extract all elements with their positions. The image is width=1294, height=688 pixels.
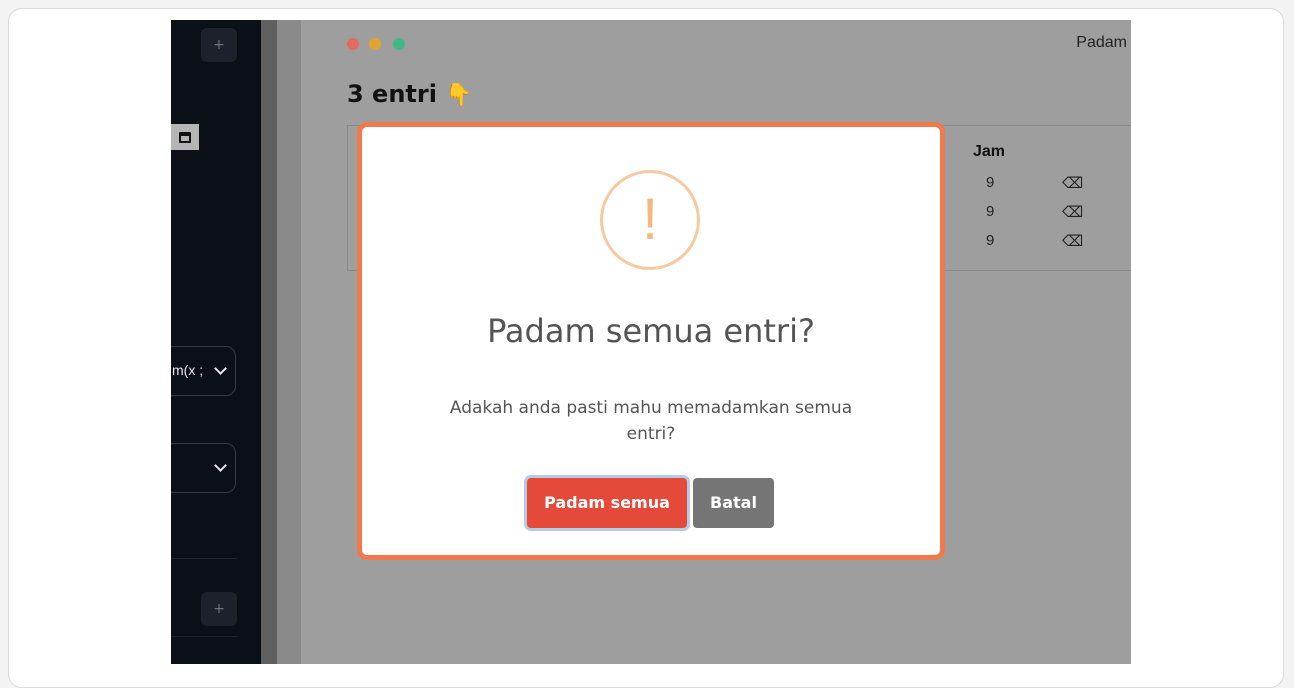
close-window-dot[interactable] bbox=[347, 38, 359, 50]
warning-icon: ! bbox=[600, 170, 700, 270]
column-header-jam: Jam bbox=[973, 143, 1006, 160]
sidebar-divider bbox=[171, 558, 237, 559]
table-cell-jam: 9 bbox=[986, 203, 995, 220]
header-delete-link[interactable]: Padam bbox=[1076, 34, 1127, 52]
pointing-down-icon: 👇 bbox=[445, 83, 473, 108]
chevron-down-icon bbox=[214, 459, 227, 472]
entries-heading: 3 entri 👇 bbox=[347, 80, 473, 108]
delete-entry-icon[interactable]: ⌫ bbox=[1062, 232, 1083, 250]
delete-all-button[interactable]: Padam semua bbox=[527, 478, 687, 528]
confirm-dialog: ! Padam semua entri? Adakah anda pasti m… bbox=[357, 122, 945, 560]
dialog-title: Padam semua entri? bbox=[487, 312, 815, 350]
sidebar-select-1-value: m(x ; bbox=[172, 362, 204, 378]
dialog-message: Adakah anda pasti mahu memadamkan semua … bbox=[449, 398, 853, 444]
maximize-window-dot[interactable] bbox=[393, 38, 405, 50]
sidebar-divider bbox=[171, 636, 237, 637]
table-cell-jam: 9 bbox=[986, 174, 995, 191]
table-cell-jam: 9 bbox=[986, 232, 995, 249]
sidebar-select-2[interactable] bbox=[171, 443, 236, 493]
entries-count: 3 entri bbox=[347, 80, 437, 108]
minimize-window-dot[interactable] bbox=[369, 38, 381, 50]
cancel-button[interactable]: Batal bbox=[693, 478, 774, 528]
delete-entry-icon[interactable]: ⌫ bbox=[1062, 174, 1083, 192]
calendar-icon[interactable] bbox=[171, 124, 199, 150]
sidebar: + m(x ; + bbox=[171, 20, 261, 664]
add-button-bottom[interactable]: + bbox=[201, 592, 237, 626]
add-button-top[interactable]: + bbox=[201, 28, 237, 62]
sidebar-select-1[interactable]: m(x ; bbox=[171, 346, 236, 396]
divider bbox=[277, 20, 301, 664]
delete-entry-icon[interactable]: ⌫ bbox=[1062, 203, 1083, 221]
divider bbox=[261, 20, 277, 664]
chevron-down-icon bbox=[214, 362, 227, 375]
